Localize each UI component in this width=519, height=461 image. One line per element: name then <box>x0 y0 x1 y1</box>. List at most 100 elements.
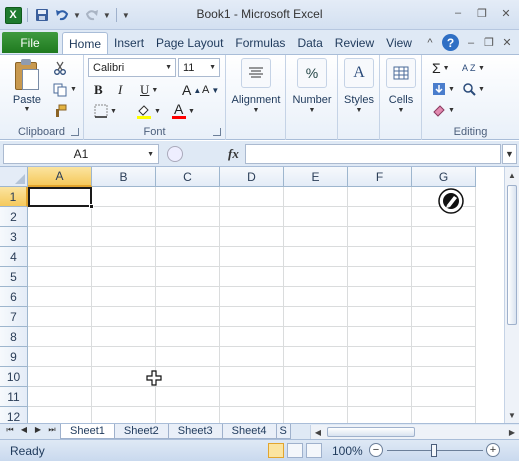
help-icon[interactable]: ? <box>442 34 459 51</box>
zoom-level[interactable]: 100% <box>332 444 363 458</box>
cell-d5[interactable] <box>220 267 284 287</box>
row-header-6[interactable]: 6 <box>0 287 28 307</box>
cell-d9[interactable] <box>220 347 284 367</box>
row-header-2[interactable]: 2 <box>0 207 28 227</box>
cell-b12[interactable] <box>92 407 156 423</box>
cell-g3[interactable] <box>412 227 476 247</box>
clear-dropdown-icon[interactable]: ▼ <box>448 107 455 114</box>
cell-f6[interactable] <box>348 287 412 307</box>
cell-f7[interactable] <box>348 307 412 327</box>
cell-c8[interactable] <box>156 327 220 347</box>
cell-f12[interactable] <box>348 407 412 423</box>
underline-dropdown-icon[interactable]: ▼ <box>151 87 158 94</box>
cell-f1[interactable] <box>348 187 412 207</box>
cell-c7[interactable] <box>156 307 220 327</box>
cell-a10[interactable] <box>28 367 92 387</box>
cell-e9[interactable] <box>284 347 348 367</box>
cell-d4[interactable] <box>220 247 284 267</box>
sheet-tab-sheet4[interactable]: Sheet4 <box>221 424 277 439</box>
tab-insert[interactable]: Insert <box>108 32 150 54</box>
column-header-c[interactable]: C <box>156 167 220 187</box>
cell-d10[interactable] <box>220 367 284 387</box>
cell-b8[interactable] <box>92 327 156 347</box>
font-launcher-icon[interactable] <box>213 128 221 136</box>
zoom-slider-thumb[interactable] <box>431 444 437 457</box>
cell-a6[interactable] <box>28 287 92 307</box>
cell-g6[interactable] <box>412 287 476 307</box>
horizontal-scroll-thumb[interactable] <box>327 427 415 437</box>
cell-e6[interactable] <box>284 287 348 307</box>
cells-button[interactable]: Cells ▼ <box>380 58 422 114</box>
cell-b2[interactable] <box>92 207 156 227</box>
sheet-tab-sheet1[interactable]: Sheet1 <box>60 424 115 439</box>
cell-b4[interactable] <box>92 247 156 267</box>
scroll-right-icon[interactable]: ▶ <box>505 425 519 439</box>
cell-d2[interactable] <box>220 207 284 227</box>
font-name-select[interactable]: Calibri ▼ <box>88 58 176 77</box>
styles-button[interactable]: A Styles ▼ <box>338 58 380 114</box>
paste-button[interactable]: Paste ▼ <box>8 59 46 115</box>
fill-button[interactable]: ▼ <box>432 80 455 98</box>
restore-button[interactable]: ❐ <box>475 6 489 20</box>
copy-icon[interactable] <box>52 82 68 98</box>
cell-e4[interactable] <box>284 247 348 267</box>
cell-g12[interactable] <box>412 407 476 423</box>
cell-d7[interactable] <box>220 307 284 327</box>
horizontal-scrollbar[interactable]: ◀ ▶ <box>310 425 519 439</box>
cell-g11[interactable] <box>412 387 476 407</box>
cell-a5[interactable] <box>28 267 92 287</box>
sheet-tab-partial[interactable]: S <box>275 424 291 439</box>
row-header-10[interactable]: 10 <box>0 367 28 387</box>
cell-d3[interactable] <box>220 227 284 247</box>
underline-button[interactable]: U ▼ <box>140 81 158 99</box>
font-color-dropdown-icon[interactable]: ▼ <box>188 108 195 115</box>
row-header-8[interactable]: 8 <box>0 327 28 347</box>
grow-font-button[interactable]: A ▲ <box>182 81 201 99</box>
cell-g4[interactable] <box>412 247 476 267</box>
format-painter-icon[interactable] <box>52 103 68 119</box>
column-header-g[interactable]: G <box>412 167 476 187</box>
find-select-button[interactable]: ▼ <box>462 80 485 98</box>
normal-view-button[interactable] <box>268 443 284 458</box>
cell-g8[interactable] <box>412 327 476 347</box>
cut-icon[interactable] <box>52 60 68 76</box>
page-break-view-button[interactable] <box>306 443 322 458</box>
cell-f10[interactable] <box>348 367 412 387</box>
shrink-font-button[interactable]: A ▼ <box>202 81 219 99</box>
cell-c2[interactable] <box>156 207 220 227</box>
cell-f3[interactable] <box>348 227 412 247</box>
tab-page-layout[interactable]: Page Layout <box>150 32 229 54</box>
autosum-dropdown-icon[interactable]: ▼ <box>443 65 450 72</box>
page-layout-view-button[interactable] <box>287 443 303 458</box>
clear-button[interactable]: ▼ <box>432 101 455 119</box>
cell-f9[interactable] <box>348 347 412 367</box>
formula-input[interactable] <box>245 144 501 164</box>
tab-formulas[interactable]: Formulas <box>229 32 291 54</box>
cell-a12[interactable] <box>28 407 92 423</box>
scroll-left-icon[interactable]: ◀ <box>311 425 325 439</box>
cell-d12[interactable] <box>220 407 284 423</box>
cell-d1[interactable] <box>220 187 284 207</box>
tab-home[interactable]: Home <box>62 32 109 54</box>
cell-f4[interactable] <box>348 247 412 267</box>
cell-f2[interactable] <box>348 207 412 227</box>
name-box[interactable]: A1 ▼ <box>3 144 159 164</box>
cell-d8[interactable] <box>220 327 284 347</box>
tab-file[interactable]: File <box>2 32 58 53</box>
row-header-9[interactable]: 9 <box>0 347 28 367</box>
cell-g10[interactable] <box>412 367 476 387</box>
cell-a4[interactable] <box>28 247 92 267</box>
fill-handle[interactable] <box>89 204 94 209</box>
borders-button[interactable]: ▼ <box>94 102 117 120</box>
column-header-b[interactable]: B <box>92 167 156 187</box>
sort-dropdown-icon[interactable]: ▼ <box>478 65 485 72</box>
first-sheet-icon[interactable]: ⏮ <box>4 425 16 435</box>
cell-c5[interactable] <box>156 267 220 287</box>
cell-f5[interactable] <box>348 267 412 287</box>
zoom-out-button[interactable]: − <box>369 443 383 457</box>
workbook-close-icon[interactable]: ✕ <box>501 36 513 49</box>
cell-a3[interactable] <box>28 227 92 247</box>
copy-dropdown-icon[interactable]: ▼ <box>70 86 77 93</box>
prev-sheet-icon[interactable]: ◀ <box>18 425 30 435</box>
cell-b1[interactable] <box>92 187 156 207</box>
